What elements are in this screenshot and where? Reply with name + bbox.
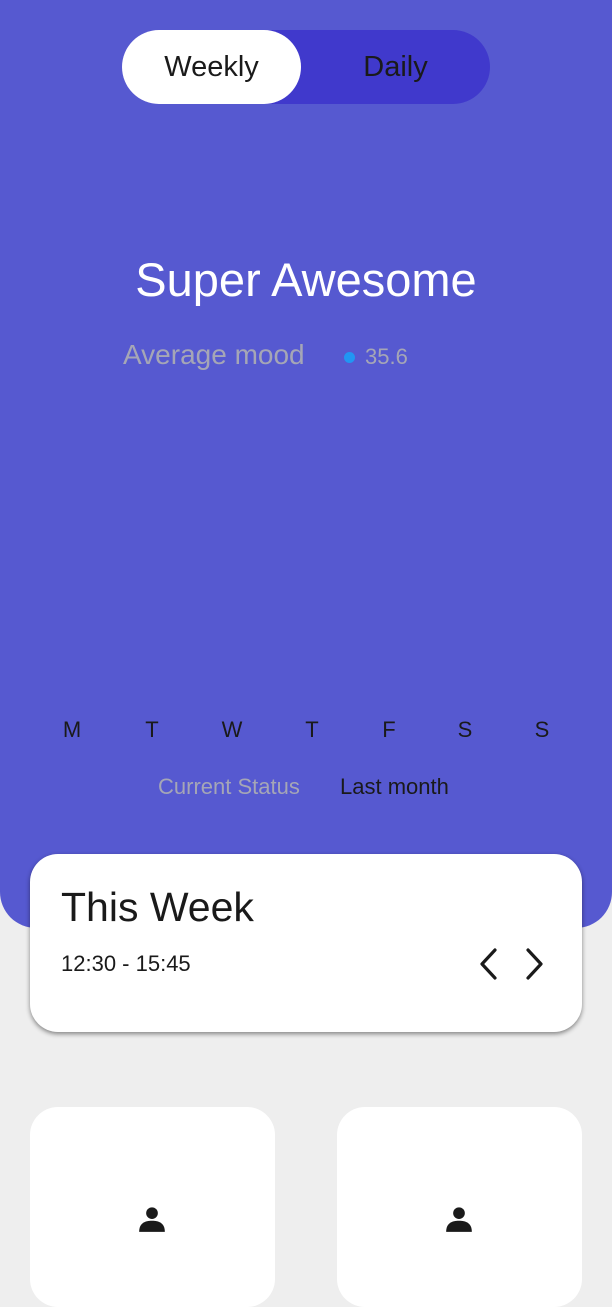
person-icon [139,1207,165,1232]
weekly-toggle-button[interactable]: Weekly [122,30,301,104]
next-week-button[interactable] [518,946,550,982]
chevron-left-icon [480,948,497,980]
day-label-sunday: S [534,717,550,742]
day-label-tuesday: T [145,717,159,742]
average-mood-value: 35.6 [365,344,408,369]
previous-week-button[interactable] [473,946,505,982]
profile-card-right[interactable] [337,1107,582,1307]
day-label-wednesday: W [221,717,243,742]
person-icon [446,1207,472,1232]
mood-title: Super Awesome [135,253,477,306]
week-card-title: This Week [61,884,254,930]
day-label-monday: M [62,717,82,742]
profile-card-left[interactable] [30,1107,275,1307]
chevron-right-icon [526,948,543,980]
week-card-time-range: 12:30 - 15:45 [61,951,191,976]
mood-hero-panel: Weekly Daily Super Awesome Average mood … [0,0,612,928]
day-label-friday: F [382,717,396,742]
day-label-saturday: S [457,717,473,742]
period-toggle: Weekly Daily [122,30,490,104]
average-mood-dot-icon [344,352,355,363]
this-week-card: This Week 12:30 - 15:45 [30,854,582,1032]
day-label-thursday: T [305,717,319,742]
current-status-tab[interactable]: Current Status [158,774,300,800]
last-month-tab[interactable]: Last month [340,774,449,800]
daily-toggle-button[interactable]: Daily [301,30,490,104]
average-mood-label: Average mood [123,339,305,370]
